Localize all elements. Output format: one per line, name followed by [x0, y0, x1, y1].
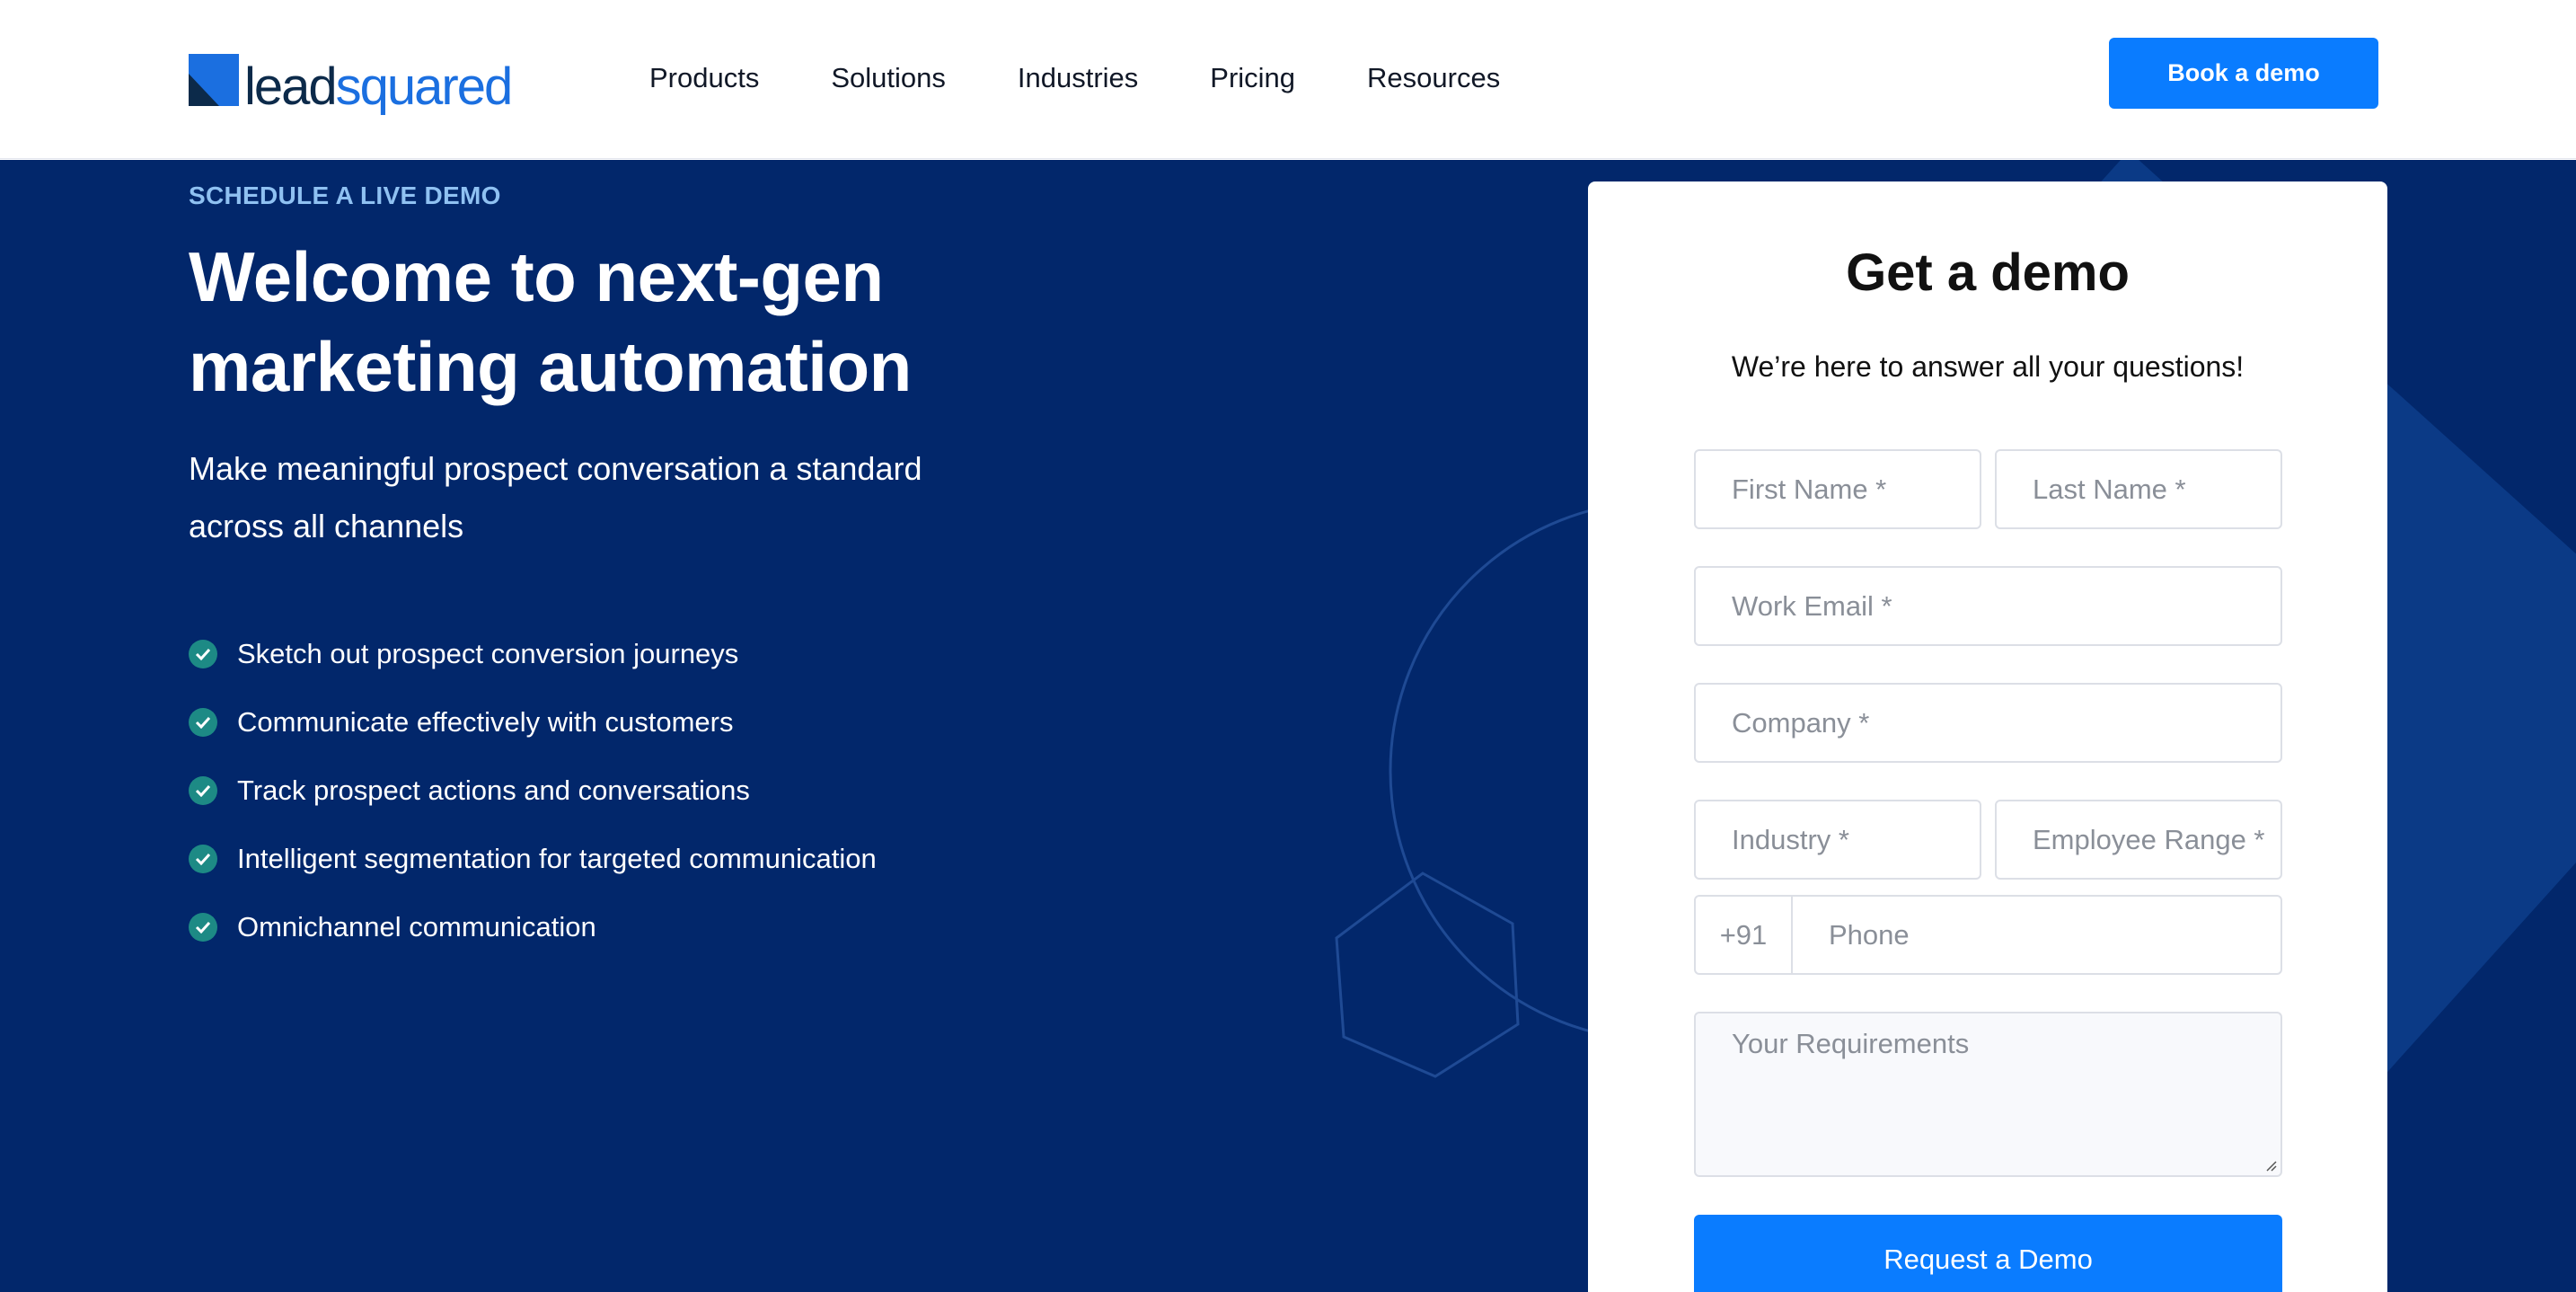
check-icon [189, 708, 217, 737]
logo-wordmark: leadsquared [244, 58, 514, 116]
check-icon [189, 845, 217, 873]
employee-range-select[interactable]: Employee Range * [1995, 800, 2282, 880]
form-subtitle: We’re here to answer all your questions! [1731, 350, 2245, 383]
hero-headline: Welcome to next-gen marketing automation [189, 232, 1177, 411]
hero-kicker: SCHEDULE A LIVE DEMO [189, 181, 501, 209]
feature-text: Omnichannel communication [237, 911, 596, 942]
country-code-select[interactable]: +91 [1696, 897, 1793, 973]
main-nav: Products Solutions Industries Pricing Re… [649, 58, 1572, 99]
logo-text-squared: squared [335, 58, 514, 116]
demo-form-card: Get a demo We’re here to answer all your… [1588, 181, 2387, 1292]
site-header: leadsquared Products Solutions Industrie… [0, 0, 2576, 159]
work-email-field[interactable]: Work Email * [1694, 566, 2282, 646]
feature-list: Sketch out prospect conversion journeys … [189, 620, 877, 961]
subhead-line-2: across all channels [189, 508, 464, 544]
book-demo-button[interactable]: Book a demo [2109, 38, 2378, 109]
check-icon [189, 776, 217, 805]
nav-products[interactable]: Products [649, 58, 759, 99]
phone-field-group: +91 Phone [1694, 895, 2282, 975]
nav-industries[interactable]: Industries [1018, 58, 1138, 99]
request-demo-button[interactable]: Request a Demo [1694, 1215, 2282, 1292]
logo-mark-icon [189, 54, 239, 106]
feature-text: Intelligent segmentation for targeted co… [237, 843, 877, 874]
list-item: Omnichannel communication [189, 893, 877, 961]
requirements-placeholder: Your Requirements [1732, 1028, 1970, 1059]
nav-pricing[interactable]: Pricing [1210, 58, 1295, 99]
nav-solutions[interactable]: Solutions [831, 58, 946, 99]
list-item: Track prospect actions and conversations [189, 757, 877, 825]
feature-text: Track prospect actions and conversations [237, 774, 750, 806]
company-field[interactable]: Company * [1694, 683, 2282, 763]
first-name-field[interactable]: First Name * [1694, 449, 1981, 529]
leadsquared-logo[interactable]: leadsquared [189, 45, 514, 116]
requirements-textarea[interactable]: Your Requirements [1694, 1012, 2282, 1177]
industry-select[interactable]: Industry * [1694, 800, 1981, 880]
subhead-line-1: Make meaningful prospect conversation a … [189, 450, 922, 487]
feature-text: Communicate effectively with customers [237, 706, 734, 738]
feature-text: Sketch out prospect conversion journeys [237, 638, 739, 669]
last-name-field[interactable]: Last Name * [1995, 449, 2282, 529]
check-icon [189, 913, 217, 942]
hero-section: SCHEDULE A LIVE DEMO Welcome to next-gen… [0, 160, 2576, 1292]
phone-field[interactable]: Phone [1793, 897, 2280, 973]
form-title: Get a demo [1846, 243, 2130, 302]
check-icon [189, 640, 217, 668]
resize-handle-icon[interactable] [2263, 1157, 2277, 1172]
nav-resources[interactable]: Resources [1367, 58, 1500, 99]
list-item: Sketch out prospect conversion journeys [189, 620, 877, 688]
hero-subhead: Make meaningful prospect conversation a … [189, 440, 1042, 555]
headline-line-1: Welcome to next-gen [189, 237, 884, 316]
logo-text-lead: lead [244, 58, 338, 116]
headline-line-2: marketing automation [189, 327, 912, 406]
list-item: Intelligent segmentation for targeted co… [189, 825, 877, 893]
list-item: Communicate effectively with customers [189, 688, 877, 757]
